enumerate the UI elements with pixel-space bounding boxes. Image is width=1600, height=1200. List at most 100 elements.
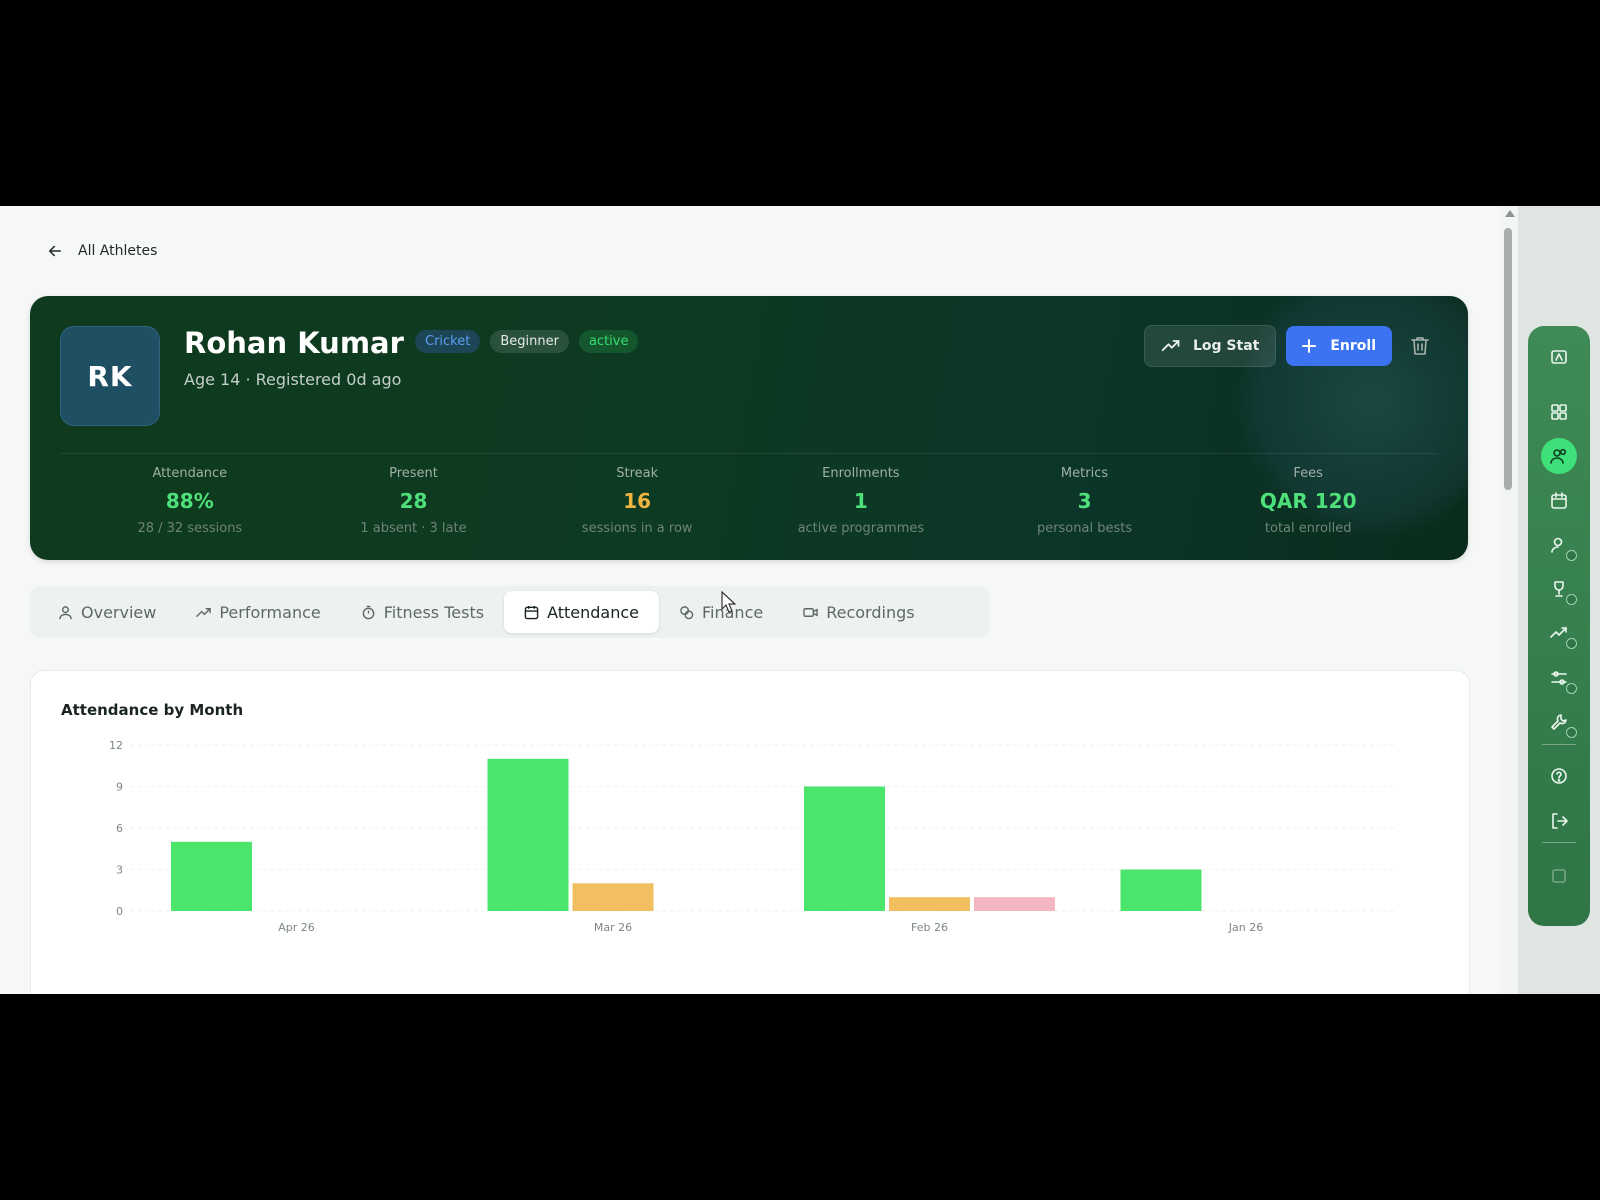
app-screen: All Athletes RK Rohan Kumar Cricket Begi…	[0, 206, 1600, 994]
avatar-initials: RK	[87, 359, 133, 393]
rail-item-dashboard[interactable]	[1541, 339, 1577, 375]
rail-item-calendar[interactable]	[1541, 483, 1577, 519]
stats-row: Attendance 88% 28 / 32 sessions Present …	[78, 466, 1420, 536]
plus-icon	[1302, 339, 1317, 353]
y-tick-label: 0	[116, 905, 123, 918]
rail-item-tools[interactable]	[1541, 704, 1577, 740]
tab-label: Overview	[81, 602, 157, 622]
tab-recordings[interactable]: Recordings	[783, 591, 934, 633]
tab-performance[interactable]: Performance	[176, 591, 340, 633]
log-stat-button[interactable]: Log Stat	[1143, 325, 1277, 367]
delete-athlete-button[interactable]	[1402, 328, 1438, 364]
rail-item-help[interactable]	[1541, 758, 1577, 794]
panel-icon	[1552, 869, 1566, 883]
enroll-label: Enroll	[1330, 338, 1376, 354]
rail-divider	[1542, 842, 1576, 843]
rail-item-panel[interactable]	[1541, 858, 1577, 894]
stat-sub: total enrolled	[1264, 521, 1352, 536]
stat-sub: 28 / 32 sessions	[137, 521, 243, 536]
logout-icon	[1552, 813, 1568, 829]
tab-fitness-tests[interactable]: Fitness Tests	[341, 591, 504, 633]
stat-value: QAR 120	[1259, 489, 1357, 513]
scrollbar-thumb[interactable]	[1504, 228, 1512, 490]
stat-label: Fees	[1293, 466, 1323, 481]
athletes-icon	[1550, 448, 1567, 464]
status-dot	[1566, 638, 1577, 649]
y-tick-label: 12	[109, 739, 123, 752]
rail-item-trend[interactable]	[1541, 615, 1577, 651]
stat-value: 88%	[165, 489, 214, 513]
stat-streak: Streak 16 sessions in a row	[525, 466, 749, 536]
stat-label: Streak	[616, 466, 659, 481]
stat-present: Present 28 1 absent · 3 late	[302, 466, 526, 536]
stat-value: 1	[853, 489, 868, 513]
stat-label: Metrics	[1060, 466, 1109, 481]
stat-sub: active programmes	[797, 521, 925, 536]
attendance-chart-card: Attendance by Month 0 3 6 9 12 Apr 26 Mar 26 Fe…	[30, 670, 1470, 994]
stat-value: 3	[1077, 489, 1092, 513]
attendance-bar-chart: 0 3 6 9 12 Apr 26 Mar 26 Feb 26 Jan 26	[109, 739, 1397, 934]
bar	[974, 897, 1055, 911]
grid-icon	[1551, 404, 1567, 420]
profile-tabs: Overview Performance Fitness Tests Atten…	[30, 586, 990, 638]
level-badge: Beginner	[490, 330, 569, 353]
hero-divider	[60, 453, 1438, 454]
back-to-all-athletes[interactable]: All Athletes	[46, 242, 157, 260]
enroll-button[interactable]: Enroll	[1286, 326, 1392, 366]
rail-item-logout[interactable]	[1541, 803, 1577, 839]
bar	[487, 758, 569, 911]
rail-divider	[1542, 744, 1576, 745]
coins-icon	[680, 605, 694, 619]
breadcrumb-label: All Athletes	[78, 243, 158, 259]
bar	[572, 883, 654, 911]
bar	[804, 786, 885, 911]
y-tick-label: 6	[116, 822, 123, 835]
status-dot	[1566, 683, 1577, 694]
bar	[171, 841, 252, 911]
trend-up-icon	[1161, 340, 1180, 352]
video-icon	[803, 607, 818, 617]
stat-fees: Fees QAR 120 total enrolled	[1196, 466, 1420, 536]
status-badge: active	[578, 330, 639, 353]
tab-overview[interactable]: Overview	[38, 591, 176, 633]
x-tick-label: Mar 26	[594, 921, 632, 934]
dashboard-icon	[1551, 350, 1567, 364]
tab-label: Attendance	[547, 602, 639, 622]
right-nav-rail	[1528, 326, 1590, 926]
tab-label: Fitness Tests	[383, 602, 485, 622]
athlete-subtitle: Age 14 · Registered 0d ago	[184, 370, 402, 389]
athlete-badges: Cricket Beginner active	[415, 330, 639, 353]
stat-sub: sessions in a row	[581, 521, 693, 536]
tab-attendance[interactable]: Attendance	[504, 591, 659, 633]
bar	[889, 897, 970, 911]
status-dot	[1566, 550, 1577, 561]
log-stat-label: Log Stat	[1192, 338, 1260, 354]
x-tick-label: Apr 26	[278, 921, 315, 934]
stat-sub: personal bests	[1036, 521, 1133, 536]
athlete-name: Rohan Kumar	[184, 326, 404, 360]
arrow-left-icon	[49, 245, 61, 257]
user-icon	[59, 605, 72, 619]
tab-label: Performance	[219, 602, 321, 622]
stopwatch-icon	[362, 605, 375, 619]
tab-label: Recordings	[826, 602, 915, 622]
sport-badge: Cricket	[415, 330, 481, 353]
rail-item-athletes[interactable]	[1541, 438, 1577, 474]
calendar-icon	[1551, 492, 1567, 509]
stat-metrics: Metrics 3 personal bests	[973, 466, 1197, 536]
stat-attendance: Attendance 88% 28 / 32 sessions	[78, 466, 302, 536]
avatar: RK	[60, 326, 160, 426]
y-tick-label: 9	[116, 781, 123, 794]
status-dot	[1566, 594, 1577, 605]
status-dot	[1566, 727, 1577, 738]
mouse-cursor-icon	[721, 590, 737, 613]
rail-item-coach[interactable]	[1541, 527, 1577, 563]
stat-value: 16	[623, 489, 652, 513]
trend-icon	[196, 607, 212, 617]
rail-item-sliders[interactable]	[1541, 660, 1577, 696]
scroll-up-arrow-icon[interactable]	[1505, 210, 1515, 217]
rail-item-grid[interactable]	[1541, 394, 1577, 430]
rail-item-trophy[interactable]	[1541, 571, 1577, 607]
stat-sub: 1 absent · 3 late	[360, 521, 467, 536]
stat-enrollments: Enrollments 1 active programmes	[749, 466, 973, 536]
